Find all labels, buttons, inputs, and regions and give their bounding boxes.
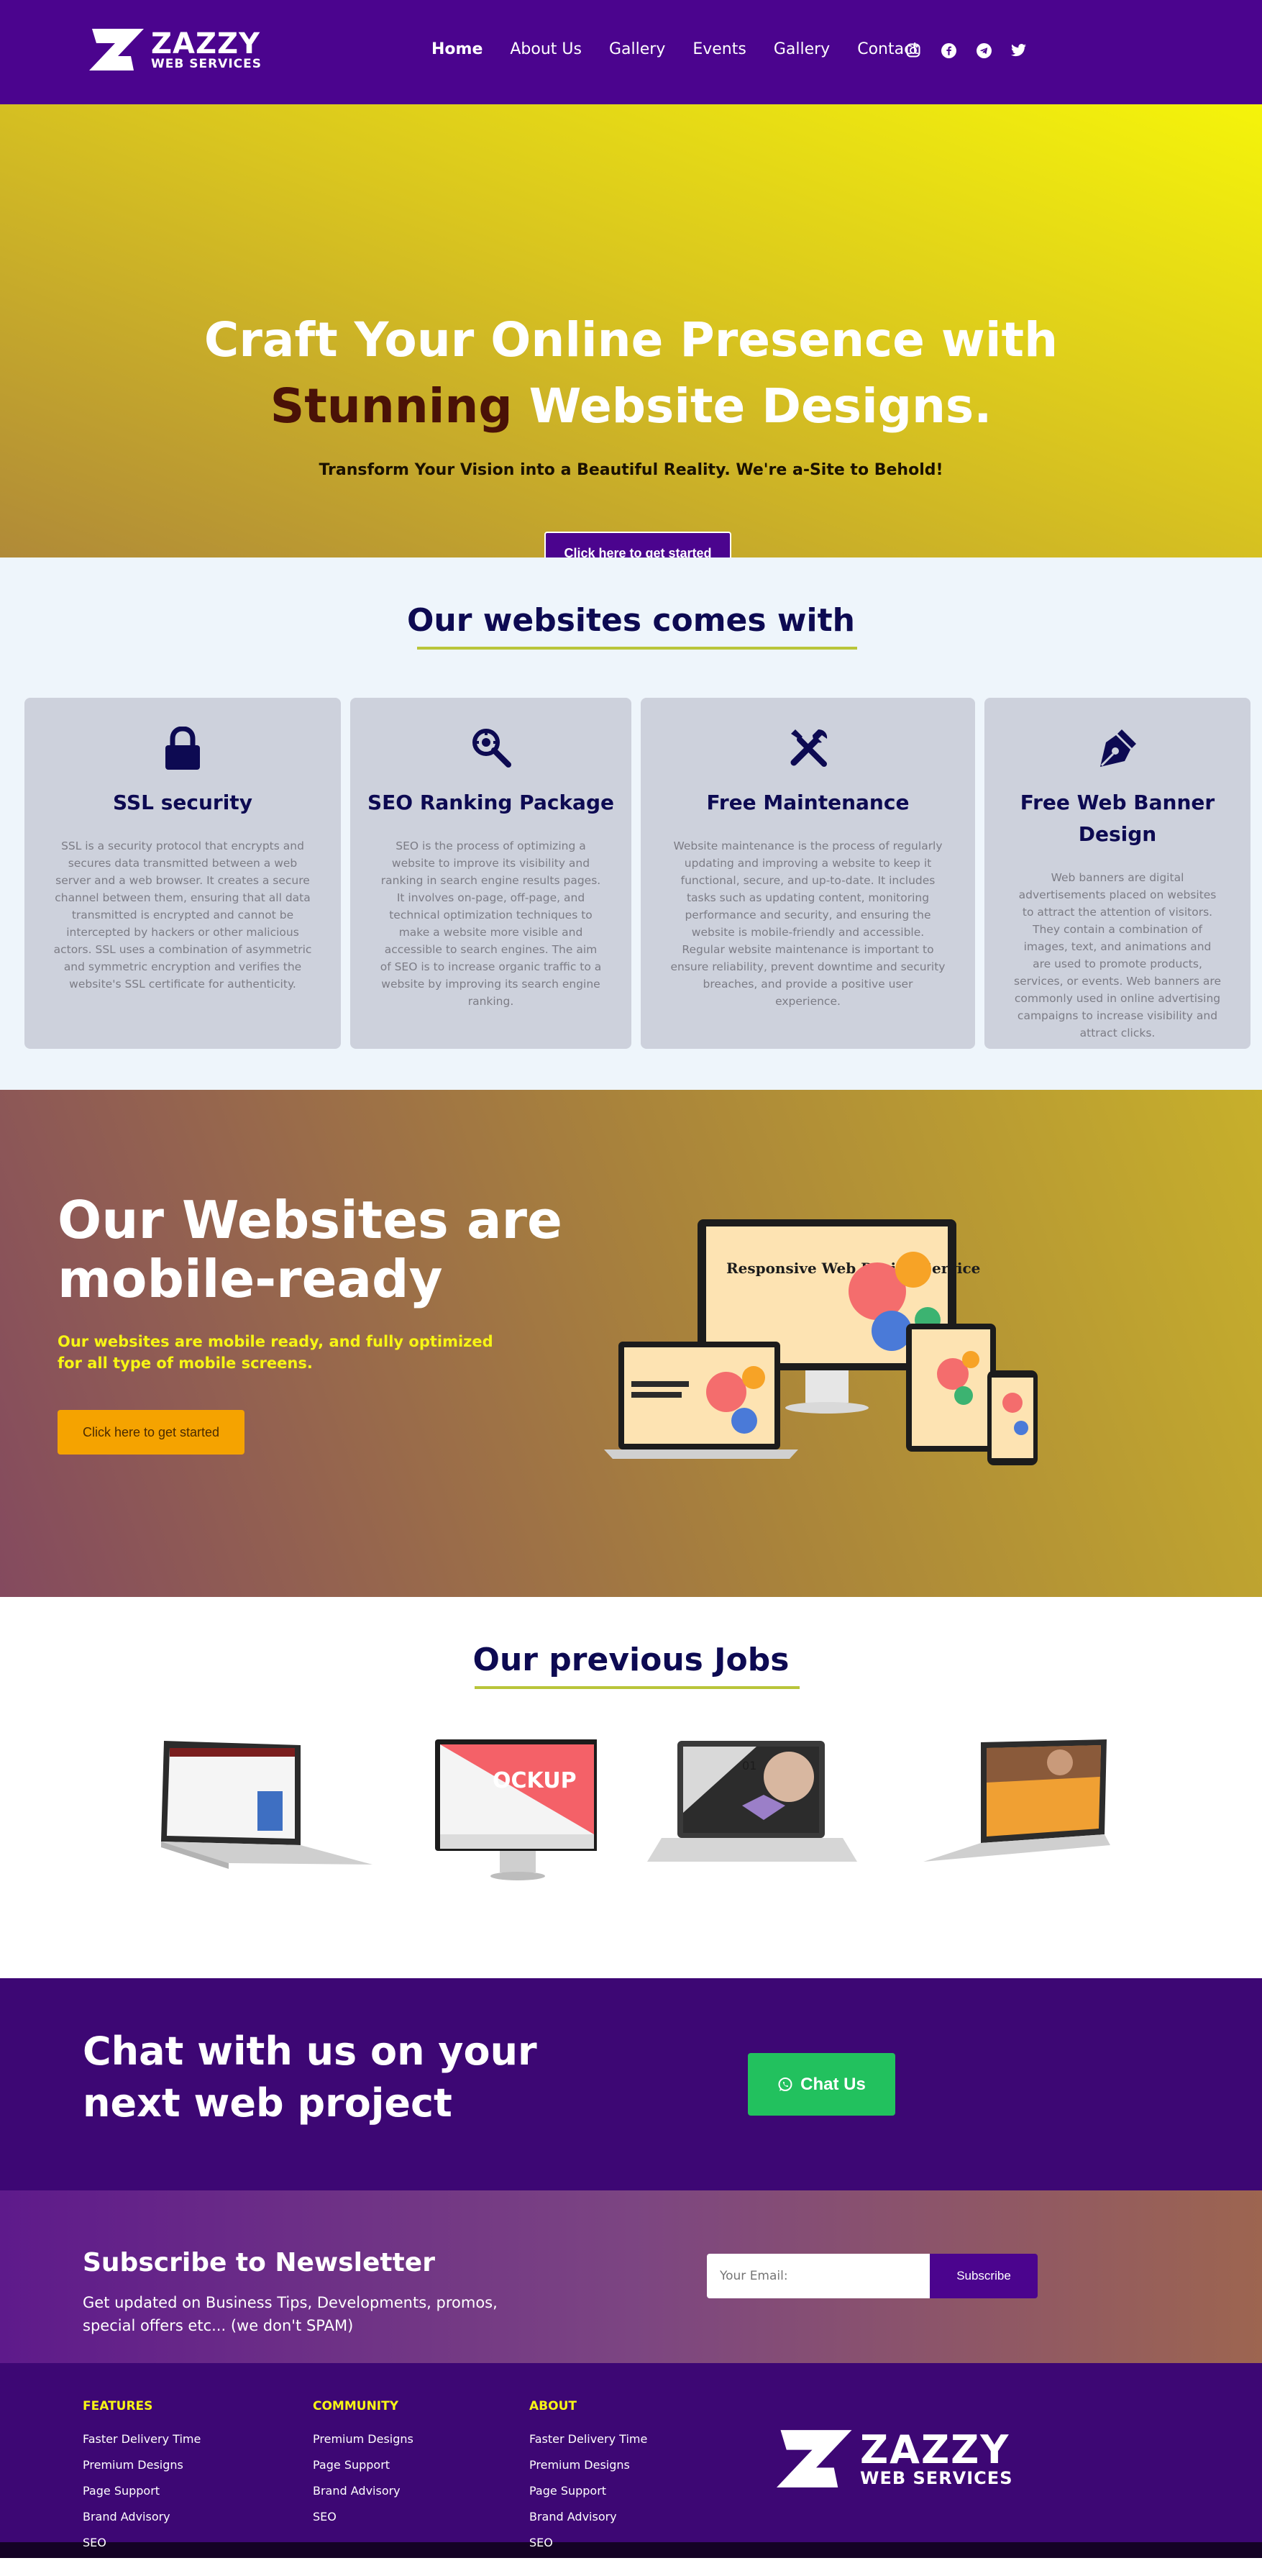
job-item-4[interactable]	[909, 1734, 1125, 1892]
chat-us-button[interactable]: Chat Us	[748, 2053, 895, 2116]
logo-mark-icon	[89, 29, 144, 70]
footer-link[interactable]: Faster Delivery Time	[529, 2426, 647, 2452]
feature-card-banner: Free Web Banner Design Web banners are d…	[984, 698, 1250, 1049]
navbar: ZAZZY WEB SERVICES Home About Us Gallery…	[0, 0, 1262, 104]
whatsapp-icon	[778, 2077, 792, 2091]
chat-section: Chat with us on your next web project Ch…	[0, 1978, 1262, 2190]
feature-card-title: Free Web Banner Design	[1020, 791, 1215, 846]
mobile-get-started-button[interactable]: Click here to get started	[58, 1410, 244, 1455]
nav-gallery-2[interactable]: Gallery	[774, 40, 830, 58]
search-cog-icon	[350, 727, 631, 771]
footer-link[interactable]: SEO	[313, 2504, 413, 2530]
footer-link[interactable]: Page Support	[529, 2478, 647, 2504]
job-item-1[interactable]	[157, 1734, 380, 1892]
feature-card-title: SSL security	[113, 791, 252, 814]
footer-link[interactable]: Premium Designs	[83, 2452, 201, 2478]
logo-subtitle: WEB SERVICES	[151, 56, 262, 71]
footer-link[interactable]: Premium Designs	[313, 2426, 413, 2452]
logo-mark-icon	[777, 2430, 852, 2488]
main-menu: Home About Us Gallery Events Gallery Con…	[431, 40, 946, 58]
feature-card-maintenance: Free Maintenance Website maintenance is …	[641, 698, 975, 1049]
footer-link[interactable]: SEO	[529, 2530, 647, 2556]
feature-card-seo: SEO Ranking Package SEO is the process o…	[350, 698, 631, 1049]
mobile-ready-section: Our Websites are mobile-ready Our websit…	[0, 1090, 1262, 1597]
telegram-icon[interactable]	[975, 42, 992, 59]
logo-title: ZAZZY	[151, 27, 260, 60]
instagram-icon[interactable]	[905, 42, 922, 59]
footer-link[interactable]: Page Support	[313, 2452, 413, 2478]
job-item-3[interactable]: 01	[641, 1734, 864, 1892]
feature-card-text: SSL is a security protocol that encrypts…	[53, 839, 312, 991]
mobile-title: Our Websites are mobile-ready	[58, 1191, 562, 1309]
feature-card-text: Web banners are digital advertisements p…	[1014, 871, 1221, 1039]
facebook-icon[interactable]	[940, 42, 957, 59]
nav-gallery[interactable]: Gallery	[609, 40, 665, 58]
footer-link[interactable]: Page Support	[83, 2478, 201, 2504]
footer-heading: ABOUT	[529, 2399, 577, 2413]
tools-icon	[641, 727, 975, 771]
footer-logo[interactable]: ZAZZY WEB SERVICES	[777, 2428, 1012, 2490]
features-section: Our websites comes with SSL security SSL…	[0, 557, 1262, 1090]
lock-icon	[24, 727, 341, 771]
features-title: Our websites comes with	[407, 602, 855, 639]
email-input[interactable]	[707, 2254, 930, 2298]
chat-title-line1: Chat with us on your	[83, 2029, 537, 2074]
jobs-title-underline	[475, 1686, 800, 1689]
jobs-gallery: OCKUP 01	[157, 1734, 1125, 1892]
footer-link[interactable]: Brand Advisory	[529, 2504, 647, 2530]
pen-nib-icon	[984, 727, 1250, 771]
feature-card-text: Website maintenance is the process of re…	[670, 839, 946, 1008]
footer-link[interactable]: Premium Designs	[529, 2452, 647, 2478]
hero-section: Craft Your Online Presence with Stunning…	[0, 104, 1262, 575]
nav-events[interactable]: Events	[692, 40, 746, 58]
jobs-title: Our previous Jobs	[472, 1642, 790, 1678]
mobile-title-line1: Our Websites are	[58, 1190, 562, 1250]
newsletter-section: Subscribe to Newsletter Get updated on B…	[0, 2190, 1262, 2363]
footer-link[interactable]: Brand Advisory	[313, 2478, 413, 2504]
chat-title: Chat with us on your next web project	[83, 2026, 537, 2129]
social-links	[905, 42, 1028, 59]
hero-title: Craft Your Online Presence with Stunning…	[0, 307, 1262, 440]
footer-col-features: FEATURES Faster Delivery Time Premium De…	[83, 2399, 201, 2556]
footer-heading: COMMUNITY	[313, 2399, 399, 2413]
hero-title-line1: Craft Your Online Presence with	[204, 312, 1058, 368]
mobile-title-line2: mobile-ready	[58, 1249, 443, 1309]
feature-card-title: SEO Ranking Package	[367, 791, 614, 814]
footer: FEATURES Faster Delivery Time Premium De…	[0, 2363, 1262, 2558]
feature-cards: SSL security SSL is a security protocol …	[24, 698, 1250, 1049]
nav-about-us[interactable]: About Us	[510, 40, 582, 58]
nav-home[interactable]: Home	[431, 40, 483, 58]
feature-card-ssl: SSL security SSL is a security protocol …	[24, 698, 341, 1049]
footer-link[interactable]: SEO	[83, 2530, 201, 2556]
subscribe-button[interactable]: Subscribe	[930, 2254, 1038, 2298]
newsletter-text: Get updated on Business Tips, Developmen…	[83, 2294, 498, 2334]
footer-link[interactable]: Faster Delivery Time	[83, 2426, 201, 2452]
job-item-2[interactable]: OCKUP	[424, 1734, 597, 1892]
site-logo[interactable]: ZAZZY WEB SERVICES	[89, 27, 262, 72]
hero-subtitle: Transform Your Vision into a Beautiful R…	[319, 461, 943, 479]
features-title-underline	[417, 647, 857, 650]
mockup-number: 01	[742, 1759, 756, 1772]
previous-jobs-section: Our previous Jobs OCKUP 01	[0, 1597, 1262, 1978]
mobile-description: Our websites are mobile ready, and fully…	[58, 1333, 493, 1372]
footer-logo-title: ZAZZY	[860, 2427, 1010, 2472]
mockup-word: OCKUP	[493, 1768, 577, 1793]
responsive-devices-image: Responsive Web Design Service	[604, 1219, 1038, 1465]
feature-card-text: SEO is the process of optimizing a websi…	[380, 839, 602, 1008]
feature-card-title: Free Maintenance	[706, 791, 910, 814]
hero-title-highlight: Stunning	[270, 378, 513, 434]
footer-col-community: COMMUNITY Premium Designs Page Support B…	[313, 2399, 413, 2530]
chat-us-label: Chat Us	[800, 2074, 866, 2094]
monitor-mockup-text: Responsive Web Design Service	[726, 1260, 980, 1277]
footer-heading: FEATURES	[83, 2399, 153, 2413]
chat-title-line2: next web project	[83, 2080, 452, 2126]
footer-link[interactable]: Brand Advisory	[83, 2504, 201, 2530]
footer-logo-subtitle: WEB SERVICES	[860, 2468, 1013, 2488]
twitter-icon[interactable]	[1010, 42, 1028, 59]
footer-col-about: ABOUT Faster Delivery Time Premium Desig…	[529, 2399, 647, 2556]
hero-title-rest: Website Designs.	[512, 378, 992, 434]
newsletter-title: Subscribe to Newsletter	[83, 2248, 435, 2277]
